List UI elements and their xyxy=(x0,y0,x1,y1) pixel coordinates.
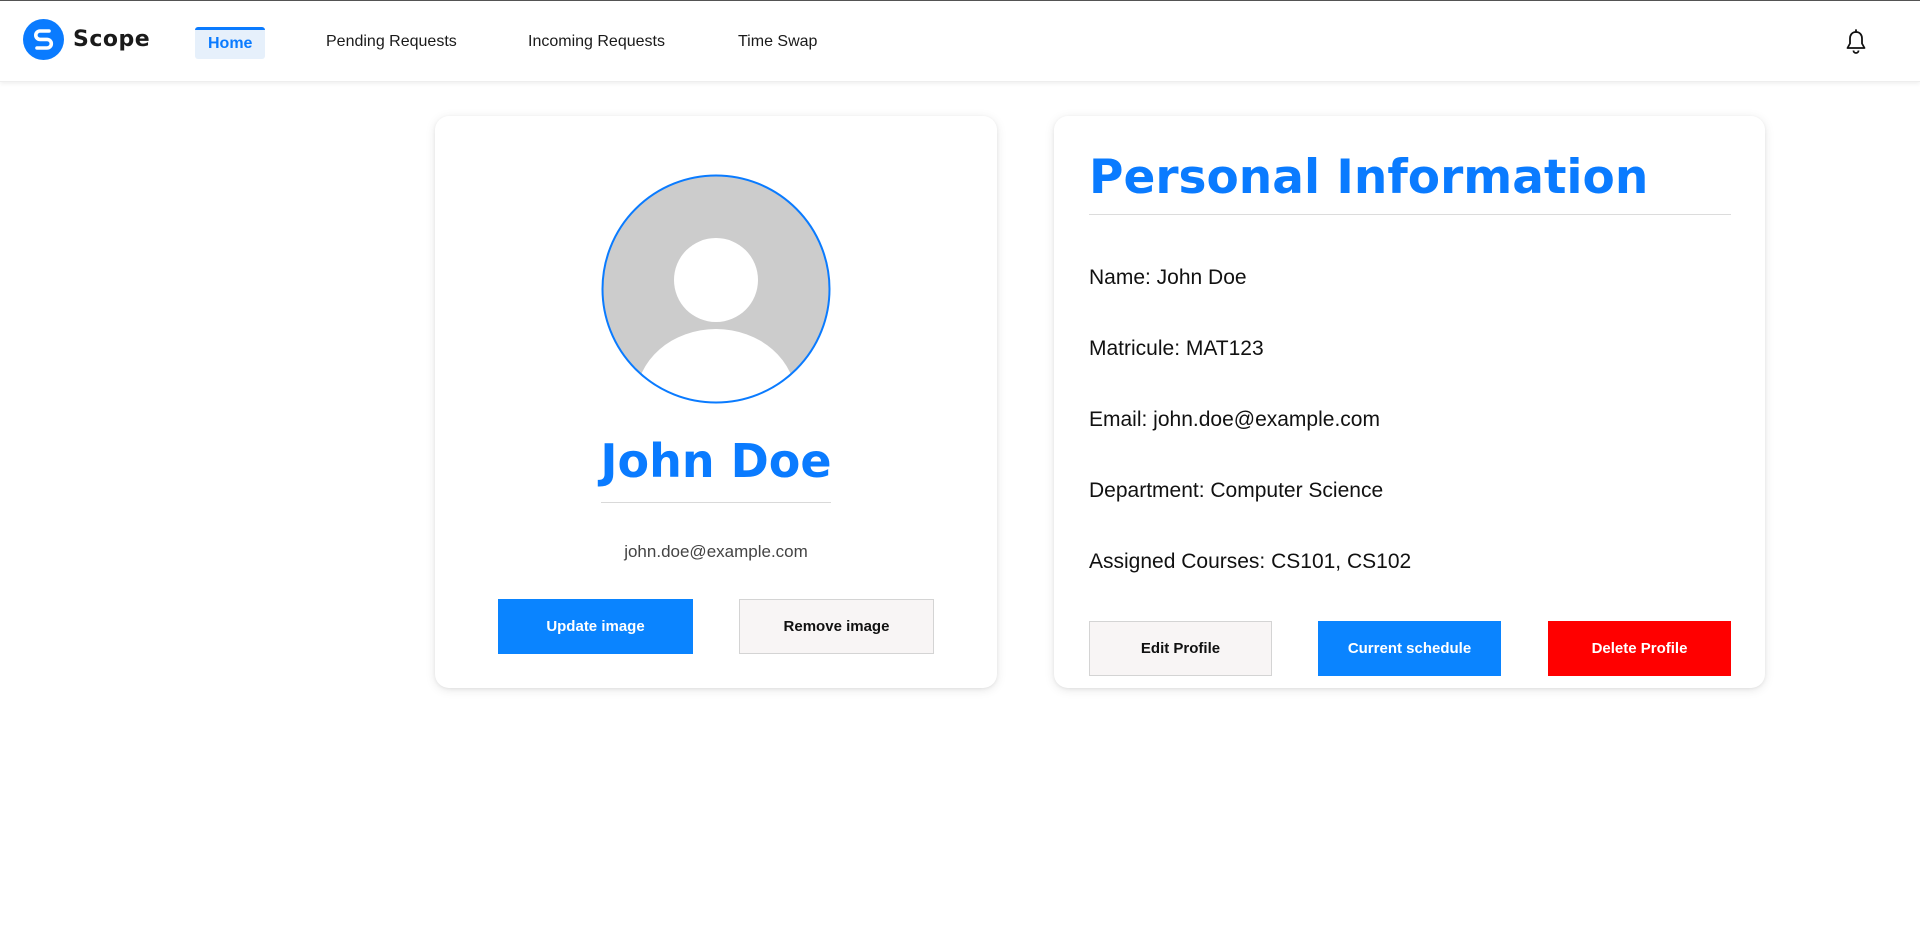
scope-logo-icon xyxy=(23,19,64,60)
top-navbar: Scope Home Pending Requests Incoming Req… xyxy=(0,1,1920,82)
update-image-button[interactable]: Update image xyxy=(498,599,693,654)
current-schedule-button[interactable]: Current schedule xyxy=(1318,621,1501,676)
nav-pending-requests[interactable]: Pending Requests xyxy=(326,27,457,59)
app-logo[interactable]: Scope xyxy=(23,19,150,60)
info-email: Email: john.doe@example.com xyxy=(1089,408,1380,431)
remove-image-button[interactable]: Remove image xyxy=(739,599,934,654)
info-matricule: Matricule: MAT123 xyxy=(1089,337,1264,360)
delete-profile-button[interactable]: Delete Profile xyxy=(1548,621,1731,676)
profile-name: John Doe xyxy=(600,434,832,488)
profile-card: John Doe john.doe@example.com Update ima… xyxy=(435,116,997,688)
nav-incoming-requests[interactable]: Incoming Requests xyxy=(528,27,665,59)
personal-info-card: Personal Information Name: John Doe Matr… xyxy=(1054,116,1765,688)
profile-email: john.doe@example.com xyxy=(624,542,808,561)
divider xyxy=(601,502,831,503)
app-name: Scope xyxy=(73,27,151,52)
nav-home[interactable]: Home xyxy=(195,27,266,59)
info-department: Department: Computer Science xyxy=(1089,479,1384,502)
bell-icon[interactable] xyxy=(1844,29,1868,55)
divider xyxy=(1089,214,1731,215)
edit-profile-button[interactable]: Edit Profile xyxy=(1089,621,1272,676)
personal-info-title: Personal Information xyxy=(1089,150,1649,205)
user-placeholder-icon[interactable] xyxy=(601,174,831,404)
nav-time-swap[interactable]: Time Swap xyxy=(738,27,817,59)
info-assigned-courses: Assigned Courses: CS101, CS102 xyxy=(1089,550,1412,573)
info-name: Name: John Doe xyxy=(1089,266,1247,289)
